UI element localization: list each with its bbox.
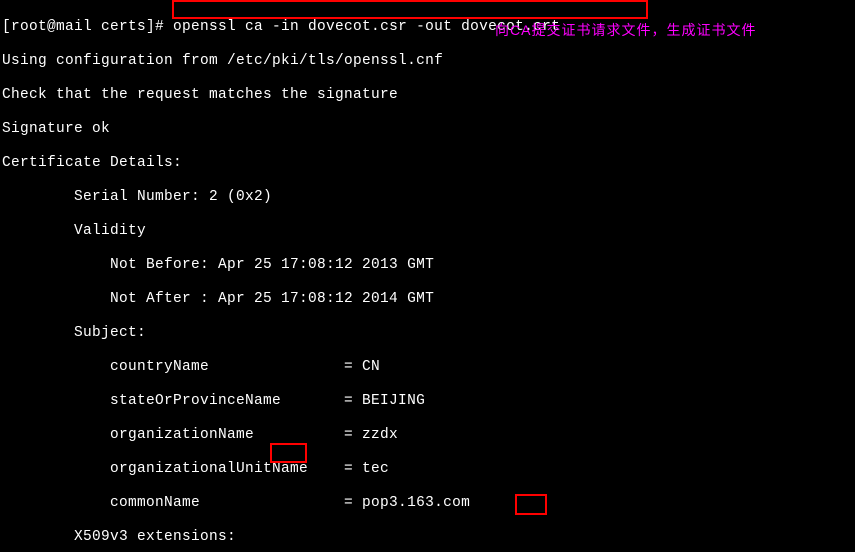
output-line: Check that the request matches the signa… xyxy=(2,87,855,104)
output-line: Not After : Apr 25 17:08:12 2014 GMT xyxy=(2,291,855,308)
output-line: countryName = CN xyxy=(2,359,855,376)
shell-prompt: [root@mail certs]# xyxy=(2,19,173,35)
output-line: organizationalUnitName = tec xyxy=(2,461,855,478)
output-line: X509v3 extensions: xyxy=(2,529,855,546)
output-line: Not Before: Apr 25 17:08:12 2013 GMT xyxy=(2,257,855,274)
output-line: Validity xyxy=(2,223,855,240)
output-line: commonName = pop3.163.com xyxy=(2,495,855,512)
output-line: Signature ok xyxy=(2,121,855,138)
output-line: stateOrProvinceName = BEIJING xyxy=(2,393,855,410)
output-line: Using configuration from /etc/pki/tls/op… xyxy=(2,53,855,70)
terminal-output[interactable]: [root@mail certs]# openssl ca -in doveco… xyxy=(0,0,855,552)
output-line: Serial Number: 2 (0x2) xyxy=(2,189,855,206)
output-line: organizationName = zzdx xyxy=(2,427,855,444)
annotation-text: 向CA提交证书请求文件，生成证书文件 xyxy=(495,20,756,40)
output-line: Subject: xyxy=(2,325,855,342)
output-line: Certificate Details: xyxy=(2,155,855,172)
